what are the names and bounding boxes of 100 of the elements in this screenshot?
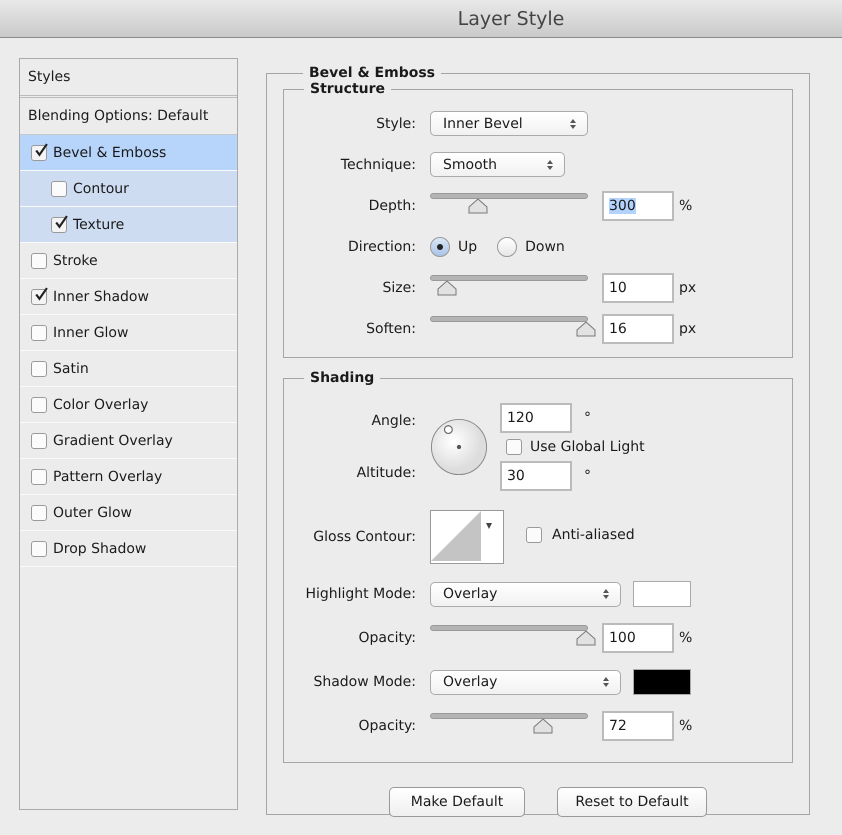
section-title: Structure xyxy=(309,81,386,97)
color-swatch[interactable] xyxy=(633,581,691,607)
number-field[interactable]: 100 xyxy=(602,623,674,653)
radio-button[interactable] xyxy=(497,236,518,256)
field-label: Soften: xyxy=(365,320,417,336)
field-value: 300 xyxy=(609,198,636,214)
unit-label: ° xyxy=(584,410,591,426)
unit-label: % xyxy=(679,718,692,734)
dropdown[interactable]: Inner Bevel xyxy=(430,111,588,136)
checkbox[interactable] xyxy=(31,432,47,448)
style-label: Drop Shadow xyxy=(53,540,146,556)
style-item[interactable]: Gradient Overlay xyxy=(20,423,237,459)
field-value: 16 xyxy=(609,320,627,336)
field-value: 72 xyxy=(609,718,627,734)
number-field[interactable]: 72 xyxy=(602,711,674,741)
style-label: Satin xyxy=(53,360,89,376)
style-item[interactable]: Pattern Overlay xyxy=(20,459,237,495)
checkbox-label: Use Global Light xyxy=(530,439,645,455)
field-label: Angle: xyxy=(370,413,417,429)
number-field[interactable]: 10 xyxy=(602,272,674,302)
checkbox[interactable] xyxy=(51,216,67,232)
field-label: Highlight Mode: xyxy=(304,586,417,602)
style-item[interactable]: Drop Shadow xyxy=(20,531,237,567)
field-label: Technique: xyxy=(340,156,417,172)
field-value: 30 xyxy=(507,468,525,484)
color-swatch[interactable] xyxy=(633,669,691,695)
style-label: Gradient Overlay xyxy=(53,432,173,448)
style-item[interactable]: Stroke xyxy=(20,243,237,279)
dropdown[interactable]: Overlay xyxy=(430,670,621,694)
checkbox[interactable] xyxy=(31,468,47,484)
stepper-arrows-icon xyxy=(546,158,554,170)
field-label: Opacity: xyxy=(357,718,417,734)
style-label: Stroke xyxy=(53,252,98,268)
checkbox[interactable] xyxy=(31,252,47,268)
style-item[interactable]: Bevel & Emboss xyxy=(20,135,237,171)
style-item[interactable]: Contour xyxy=(20,171,237,207)
stepper-arrows-icon xyxy=(569,118,577,130)
slider-thumb[interactable] xyxy=(437,280,458,296)
style-item[interactable]: Inner Shadow xyxy=(20,279,237,315)
style-label: Pattern Overlay xyxy=(53,468,162,484)
slider-thumb[interactable] xyxy=(468,198,488,214)
style-label: Inner Shadow xyxy=(53,288,149,304)
slider-thumb[interactable] xyxy=(576,630,596,646)
checkbox[interactable] xyxy=(31,540,47,556)
radio-button[interactable] xyxy=(430,236,450,256)
unit-label: px xyxy=(679,280,696,296)
unit-label: % xyxy=(679,198,692,214)
field-value: 120 xyxy=(507,410,534,426)
field-label: Direction: xyxy=(347,238,417,254)
style-item[interactable]: Texture xyxy=(20,207,237,243)
list-header: Styles xyxy=(20,59,237,98)
unit-label: % xyxy=(679,630,692,646)
style-label: Inner Glow xyxy=(53,324,128,340)
contour-picker[interactable] xyxy=(430,510,504,564)
section-title: Bevel & Emboss xyxy=(308,65,436,81)
number-field[interactable]: 300 xyxy=(602,190,674,220)
checkbox[interactable] xyxy=(51,180,67,196)
number-field[interactable]: 120 xyxy=(500,403,572,433)
field-label: Altitude: xyxy=(356,465,417,481)
section-title: Shading xyxy=(309,370,376,386)
dialog-button[interactable]: Reset to Default xyxy=(557,787,707,817)
checkbox[interactable] xyxy=(526,527,542,543)
field-label: Size: xyxy=(382,280,417,296)
dropdown[interactable]: Smooth xyxy=(430,152,565,177)
radio-label: Down xyxy=(525,238,565,254)
angle-dial[interactable] xyxy=(430,418,488,476)
style-label: Bevel & Emboss xyxy=(53,144,166,160)
style-item[interactable]: Inner Glow xyxy=(20,315,237,351)
field-value: 10 xyxy=(609,280,627,296)
checkbox[interactable] xyxy=(31,396,47,412)
style-item[interactable]: Outer Glow xyxy=(20,495,237,531)
style-label: Color Overlay xyxy=(53,396,148,412)
field-label: Depth: xyxy=(368,198,417,214)
slider-thumb[interactable] xyxy=(576,320,596,336)
number-field[interactable]: 30 xyxy=(500,461,572,491)
style-item[interactable]: Satin xyxy=(20,351,237,387)
caret-icon xyxy=(485,521,493,531)
checkbox[interactable] xyxy=(31,288,47,304)
checkbox[interactable] xyxy=(31,144,47,160)
field-label: Shadow Mode: xyxy=(312,674,417,690)
stepper-arrows-icon xyxy=(602,588,610,600)
field-label: Gloss Contour: xyxy=(312,529,417,545)
number-field[interactable]: 16 xyxy=(602,314,674,344)
slider-thumb[interactable] xyxy=(532,718,553,734)
dialog-button[interactable]: Make Default xyxy=(389,787,525,817)
checkbox-label: Anti-aliased xyxy=(552,527,635,543)
checkbox[interactable] xyxy=(31,324,47,340)
contour-curve-icon xyxy=(431,511,481,561)
stepper-arrows-icon xyxy=(602,676,610,688)
field-label: Opacity: xyxy=(357,630,417,646)
field-label: Style: xyxy=(375,116,417,132)
checkbox[interactable] xyxy=(31,504,47,520)
checkbox[interactable] xyxy=(31,360,47,376)
dropdown[interactable]: Overlay xyxy=(430,582,621,606)
style-label: Texture xyxy=(73,216,124,232)
radio-label: Up xyxy=(458,238,478,254)
checkbox[interactable] xyxy=(506,439,522,455)
field-value: 100 xyxy=(609,630,636,646)
window-title: Layer Style xyxy=(458,8,564,30)
style-item[interactable]: Color Overlay xyxy=(20,387,237,423)
